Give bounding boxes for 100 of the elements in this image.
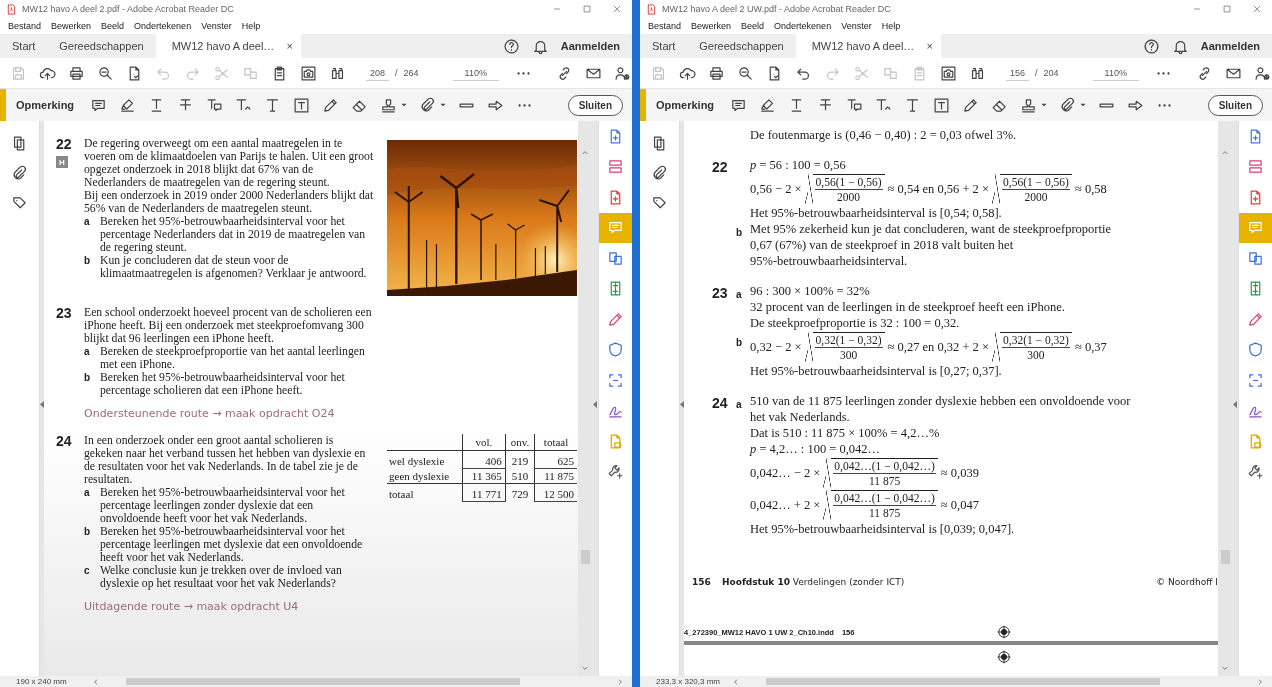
menu-item[interactable]: Beeld bbox=[101, 21, 125, 31]
help-icon[interactable] bbox=[1142, 37, 1160, 55]
paperclip-icon[interactable] bbox=[11, 165, 28, 182]
exercise-text: De regering overweegt om een aantal maatregelen in te voeren om de klimaatdoelen van Parijs te halen. Uit een groot opgezet onderzoek in 2018 blijkt dat 67% van de Nederlanders de maatregelen van de regering steunt. bbox=[84, 137, 375, 189]
pencil-icon[interactable] bbox=[322, 96, 340, 114]
exercise-text: In een onderzoek onder een groot aantal scholieren is gekeken naar het verband tussen het hebben van dyslexie en de resultaten voor het vak Nederlands. In de tabel zie je de resultaten. bbox=[84, 434, 367, 486]
table-cell: 406 bbox=[485, 455, 502, 467]
exercise-number: 23 bbox=[712, 285, 728, 301]
menu-item[interactable]: Ondertekenen bbox=[774, 21, 832, 31]
table-cell: 12 500 bbox=[543, 488, 574, 500]
add-user-icon[interactable] bbox=[1253, 64, 1271, 82]
scrollbar-thumb[interactable] bbox=[1220, 550, 1230, 564]
two-documents-icon bbox=[607, 249, 624, 267]
stamp-icon[interactable] bbox=[380, 96, 398, 114]
item-label: a bbox=[84, 215, 91, 229]
scrollbar-thumb[interactable] bbox=[766, 678, 1160, 685]
menu-item[interactable]: Venster bbox=[201, 21, 232, 31]
paperclip-icon[interactable] bbox=[1059, 96, 1077, 114]
caret-icon[interactable] bbox=[1080, 103, 1087, 107]
sign-in-link[interactable]: Aanmelden bbox=[560, 40, 620, 52]
tab[interactable]: Gereedschappen bbox=[47, 34, 156, 58]
close-tab-button[interactable]: × bbox=[926, 40, 933, 52]
close-button[interactable]: Sluiten bbox=[567, 94, 623, 116]
item-label: c bbox=[84, 564, 91, 578]
menu-item[interactable]: Help bbox=[881, 21, 901, 31]
close-icon[interactable] bbox=[612, 4, 622, 14]
maximize-icon[interactable] bbox=[582, 4, 592, 14]
table-cell: geen dyslexie bbox=[389, 469, 450, 482]
item-label: a bbox=[736, 289, 742, 300]
printer-icon[interactable] bbox=[68, 64, 85, 82]
answer-text: 0,67 (67%) van de steekproef in 2018 valt buiten het bbox=[750, 237, 1015, 253]
collapse-icon[interactable] bbox=[593, 401, 597, 408]
collapse-icon[interactable] bbox=[1233, 401, 1237, 408]
replace-text-icon[interactable] bbox=[206, 96, 224, 114]
page-number: 156 bbox=[692, 577, 712, 587]
scrollbar-thumb[interactable] bbox=[580, 550, 590, 564]
highlighter-icon[interactable] bbox=[119, 96, 137, 114]
tab[interactable]: MW12 havo A deel… × bbox=[155, 34, 301, 58]
table-cell: 11 365 bbox=[471, 470, 502, 482]
help-icon[interactable] bbox=[502, 37, 520, 55]
zoom-field[interactable]: 110% bbox=[452, 65, 499, 81]
camera-icon[interactable] bbox=[300, 64, 317, 82]
close-icon[interactable] bbox=[1252, 4, 1262, 14]
menu-item[interactable]: Ondertekenen bbox=[134, 21, 192, 31]
printer-icon[interactable] bbox=[708, 64, 725, 82]
pencil-icon[interactable] bbox=[962, 96, 980, 114]
menu-item[interactable]: Help bbox=[241, 21, 261, 31]
maximize-icon[interactable] bbox=[1222, 4, 1232, 14]
close-tab-button[interactable]: × bbox=[286, 40, 293, 52]
menu-item[interactable]: Venster bbox=[841, 21, 872, 31]
replace-text-icon[interactable] bbox=[846, 96, 864, 114]
tab[interactable]: Start bbox=[640, 34, 688, 58]
caret-icon[interactable] bbox=[440, 103, 447, 107]
item-label: b bbox=[736, 227, 743, 238]
table-cell: totaal bbox=[389, 488, 414, 501]
answer-text: Dat is 510 : 11 875 × 100% = 4,2…% bbox=[750, 425, 941, 441]
highlighter-icon[interactable] bbox=[759, 96, 777, 114]
menu-item[interactable]: Beeld bbox=[741, 21, 765, 31]
zoom-icon[interactable] bbox=[737, 64, 754, 82]
table-header: totaal bbox=[543, 436, 569, 448]
item-label: a bbox=[736, 399, 742, 410]
camera-icon[interactable] bbox=[940, 64, 957, 82]
zoom-field[interactable]: 110% bbox=[1092, 65, 1139, 81]
item-label: b bbox=[84, 254, 92, 268]
text-box-icon[interactable] bbox=[293, 96, 311, 114]
add-user-icon[interactable] bbox=[613, 64, 631, 82]
tab[interactable]: Gereedschappen bbox=[687, 34, 796, 58]
answer-text: De foutenmarge is (0,46 − 0,40) : 2 = 0,03 ofwel 3%. bbox=[750, 127, 1018, 143]
menu-item[interactable]: Bewerken bbox=[691, 21, 732, 31]
paperclip-icon[interactable] bbox=[419, 96, 437, 114]
page-number-field[interactable]: 156 bbox=[1006, 65, 1030, 81]
zoom-icon[interactable] bbox=[97, 64, 114, 82]
menu-item[interactable]: Bewerken bbox=[51, 21, 92, 31]
page-total: 264 bbox=[403, 68, 419, 78]
text-box-icon[interactable] bbox=[933, 96, 951, 114]
exercise-number: 22 bbox=[712, 159, 728, 175]
question-text: Bereken het 95%-betrouwbaarheidsinterval voor het percentage leerlingen zonder dyslexie dat een onvoldoende heeft voor het vak Nederlands. bbox=[100, 486, 346, 525]
stamp-icon[interactable] bbox=[1020, 96, 1038, 114]
caret-icon[interactable] bbox=[1041, 103, 1048, 107]
caret-icon[interactable] bbox=[401, 103, 408, 107]
menu-item[interactable]: Bestand bbox=[8, 21, 42, 31]
pdf-file-icon bbox=[646, 3, 657, 15]
page-number-field[interactable]: 208 bbox=[366, 65, 390, 81]
toolbar-title: Opmerking bbox=[656, 99, 715, 111]
scrollbar-thumb[interactable] bbox=[126, 678, 520, 685]
two-documents-icon bbox=[1247, 249, 1264, 267]
close-button[interactable]: Sluiten bbox=[1207, 94, 1263, 116]
page-layout-icon bbox=[1247, 158, 1264, 176]
tab[interactable]: Start bbox=[0, 34, 48, 58]
tab[interactable]: MW12 havo A deel… × bbox=[795, 34, 941, 58]
sign-in-link[interactable]: Aanmelden bbox=[1200, 40, 1260, 52]
answer-text: het vak Nederlands. bbox=[750, 409, 851, 425]
table-cell: 625 bbox=[557, 455, 574, 467]
menu-item[interactable]: Bestand bbox=[648, 21, 682, 31]
item-label: b bbox=[84, 371, 92, 385]
window-title: MW12 havo A deel 2 UW.pdf - Adobe Acrobat Reader DC bbox=[662, 4, 891, 14]
table-cell: 510 bbox=[511, 469, 529, 482]
paperclip-icon[interactable] bbox=[651, 165, 668, 182]
table-cell: 11 771 bbox=[471, 488, 502, 500]
answer-text: Het 95%-betrouwbaarheidsinterval is [0,039; 0,047]. bbox=[750, 521, 1016, 537]
